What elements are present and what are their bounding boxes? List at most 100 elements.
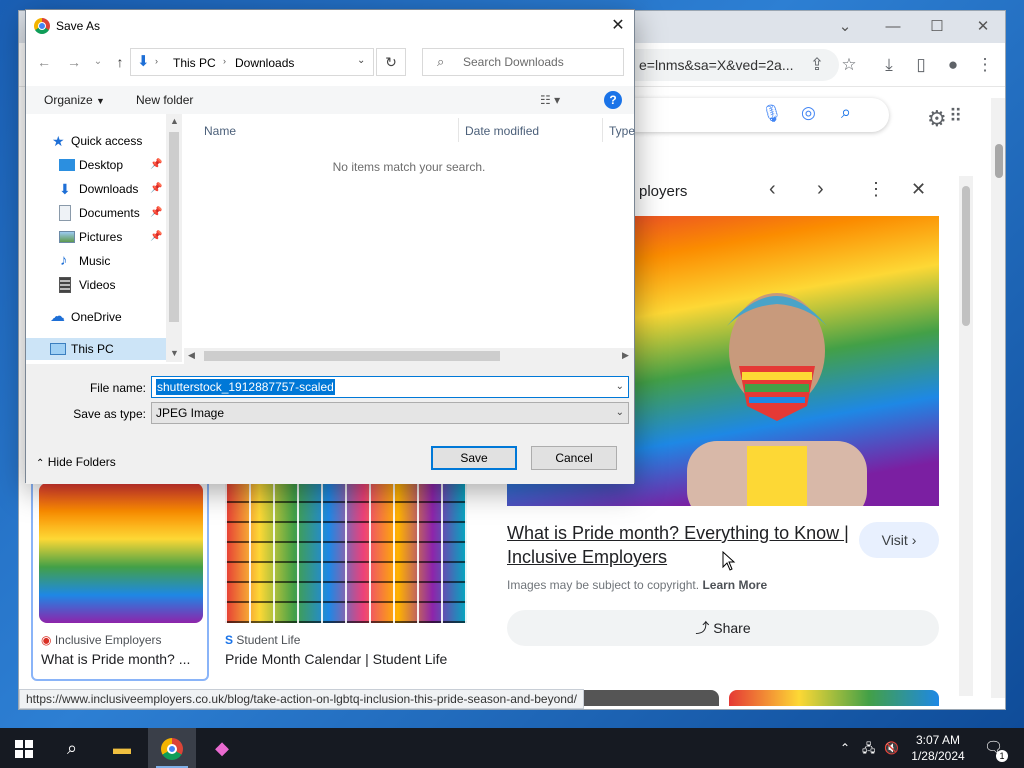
nav-item-videos[interactable]: Videos bbox=[26, 274, 166, 296]
save-button[interactable]: Save bbox=[431, 446, 517, 470]
system-clock[interactable]: 3:07 AM 1/28/2024 bbox=[898, 732, 978, 764]
column-header-type[interactable]: Type bbox=[609, 124, 635, 138]
chevron-down-icon[interactable]: ⌄ bbox=[616, 377, 624, 397]
start-windows-icon[interactable] bbox=[0, 728, 48, 768]
file-list-scrollbar[interactable]: ◀ ▶ bbox=[184, 348, 634, 364]
learn-more-link[interactable]: Learn More bbox=[702, 578, 767, 592]
forward-arrow-icon[interactable]: → bbox=[64, 52, 84, 72]
next-thumbnail[interactable] bbox=[729, 690, 939, 706]
search-input[interactable]: ⌕ Search Downloads bbox=[422, 48, 624, 76]
dialog-titlebar[interactable]: Save As ✕ bbox=[26, 10, 634, 42]
minimize-icon[interactable]: — bbox=[873, 15, 913, 39]
notifications-icon[interactable]: 🗨 bbox=[984, 728, 1003, 768]
up-arrow-icon[interactable]: ↑ bbox=[110, 52, 130, 72]
more-options-icon[interactable]: ⋮ bbox=[867, 179, 885, 200]
pin-icon[interactable]: 📌 bbox=[150, 154, 162, 176]
chevron-up-icon[interactable]: ⌃ bbox=[840, 728, 850, 768]
share-button[interactable]: ⤴ Share bbox=[507, 610, 939, 646]
result-title[interactable]: What is Pride month? ... bbox=[41, 651, 190, 667]
pin-icon[interactable]: 📌 bbox=[150, 178, 162, 200]
view-options-icon[interactable]: ☷ ▾ bbox=[540, 93, 560, 107]
scroll-down-arrow-icon[interactable]: ▼ bbox=[170, 348, 179, 358]
nav-item-onedrive[interactable]: ☁ OneDrive bbox=[26, 306, 166, 328]
save-as-type-select[interactable]: JPEG Image ⌄ bbox=[151, 402, 629, 424]
pin-icon[interactable]: 📌 bbox=[150, 202, 162, 224]
empty-state-message: No items match your search. bbox=[332, 160, 486, 174]
nav-item-this-pc[interactable]: This PC bbox=[26, 338, 166, 360]
chevron-down-icon[interactable]: ⌄ bbox=[825, 15, 865, 39]
result-source[interactable]: S Student Life bbox=[225, 633, 300, 647]
menu-kebab-icon[interactable]: ⋮ bbox=[973, 53, 997, 77]
close-icon[interactable]: ✕ bbox=[602, 10, 634, 42]
scroll-left-arrow-icon[interactable]: ◀ bbox=[188, 350, 195, 361]
music-note-icon: ♪ bbox=[60, 252, 68, 269]
new-folder-button[interactable]: New folder bbox=[136, 93, 193, 107]
page-scrollbar[interactable] bbox=[991, 98, 1005, 698]
result-title[interactable]: Pride Month Calendar | Student Life bbox=[225, 651, 447, 667]
hide-folders-toggle[interactable]: ⌃ Hide Folders bbox=[36, 455, 116, 469]
share-icon: ⤴ bbox=[695, 620, 710, 636]
chevron-down-icon[interactable]: ⌄ bbox=[357, 55, 365, 66]
scrollbar-thumb[interactable] bbox=[169, 132, 179, 322]
pin-icon[interactable]: 📌 bbox=[150, 226, 162, 248]
nav-pane-scrollbar[interactable]: ▲ ▼ bbox=[166, 114, 182, 362]
column-header-name[interactable]: Name bbox=[204, 124, 236, 138]
chrome-taskbar-icon[interactable] bbox=[148, 728, 196, 768]
nav-item-quick-access[interactable]: ★ Quick access bbox=[26, 130, 166, 152]
close-preview-icon[interactable]: ✕ bbox=[911, 179, 926, 200]
settings-gear-icon[interactable]: ⚙ bbox=[927, 106, 947, 132]
column-divider[interactable] bbox=[602, 118, 603, 142]
help-icon[interactable]: ? bbox=[604, 91, 622, 109]
file-explorer-icon[interactable]: ▬ bbox=[98, 728, 146, 768]
lens-icon[interactable]: ◎ bbox=[801, 103, 816, 123]
recent-locations-icon[interactable]: ⌄ bbox=[88, 52, 108, 72]
bookmark-star-icon[interactable]: ☆ bbox=[837, 53, 861, 77]
chevron-left-icon[interactable]: ‹ bbox=[769, 178, 776, 201]
organize-button[interactable]: Organize ▼ bbox=[44, 93, 105, 107]
column-header-date-modified[interactable]: Date modified bbox=[465, 124, 539, 138]
chrome-logo-center bbox=[167, 744, 177, 755]
scroll-up-arrow-icon[interactable]: ▲ bbox=[170, 116, 179, 126]
file-name-input[interactable]: shutterstock_1912887757-scaled ⌄ bbox=[151, 376, 629, 398]
nav-item-documents[interactable]: Documents 📌 bbox=[26, 202, 166, 224]
close-icon[interactable]: ✕ bbox=[963, 15, 1003, 39]
side-panel-icon[interactable]: ▯ bbox=[909, 53, 933, 77]
maximize-icon[interactable]: ☐ bbox=[917, 15, 957, 39]
result-thumbnail-pride[interactable] bbox=[39, 483, 203, 623]
address-bar[interactable]: ⬇ › This PC › Downloads ⌄ bbox=[130, 48, 374, 76]
scroll-right-arrow-icon[interactable]: ▶ bbox=[622, 350, 629, 361]
nav-item-desktop[interactable]: Desktop 📌 bbox=[26, 154, 166, 176]
cancel-button[interactable]: Cancel bbox=[531, 446, 617, 470]
scrollbar-thumb[interactable] bbox=[204, 351, 500, 361]
documents-icon bbox=[59, 205, 71, 221]
search-icon[interactable]: ⌕ bbox=[841, 102, 851, 123]
breadcrumb-downloads[interactable]: Downloads bbox=[235, 56, 294, 70]
visit-button[interactable]: Visit › bbox=[859, 522, 939, 558]
scrollbar-thumb[interactable] bbox=[962, 186, 970, 326]
profile-avatar-icon[interactable]: ● bbox=[941, 53, 965, 77]
column-divider[interactable] bbox=[458, 118, 459, 142]
chevron-right-icon[interactable]: › bbox=[817, 178, 824, 201]
site-favicon-icon: S bbox=[225, 633, 234, 647]
result-source[interactable]: ◉ Inclusive Employers bbox=[41, 633, 162, 647]
scrollbar-thumb[interactable] bbox=[995, 144, 1003, 178]
volume-muted-icon[interactable]: 🔇 bbox=[884, 728, 899, 768]
result-thumbnail-calendar[interactable] bbox=[225, 483, 467, 623]
preview-scrollbar[interactable] bbox=[959, 176, 973, 696]
breadcrumb-this-pc[interactable]: This PC bbox=[173, 56, 216, 70]
chevron-down-icon: ⌄ bbox=[615, 407, 624, 418]
search-icon[interactable]: ⌕ bbox=[48, 728, 96, 768]
preview-source-name[interactable]: ployers bbox=[639, 183, 687, 200]
paint-app-icon[interactable]: ◆ bbox=[198, 728, 246, 768]
share-page-icon[interactable]: ⇪ bbox=[805, 53, 829, 77]
preview-title-link[interactable]: What is Pride month? Everything to Know … bbox=[507, 521, 867, 569]
network-icon[interactable]: 🖧 bbox=[862, 728, 875, 768]
nav-item-downloads[interactable]: ⬇ Downloads 📌 bbox=[26, 178, 166, 200]
nav-item-pictures[interactable]: Pictures 📌 bbox=[26, 226, 166, 248]
back-arrow-icon[interactable]: ← bbox=[34, 52, 54, 72]
apps-grid-icon[interactable]: ⠿ bbox=[949, 106, 962, 127]
download-icon[interactable]: ⤓ bbox=[877, 53, 901, 77]
microphone-icon[interactable]: 🎙 bbox=[761, 104, 783, 124]
refresh-icon[interactable]: ↻ bbox=[376, 48, 406, 76]
nav-item-music[interactable]: ♪ Music bbox=[26, 250, 166, 272]
